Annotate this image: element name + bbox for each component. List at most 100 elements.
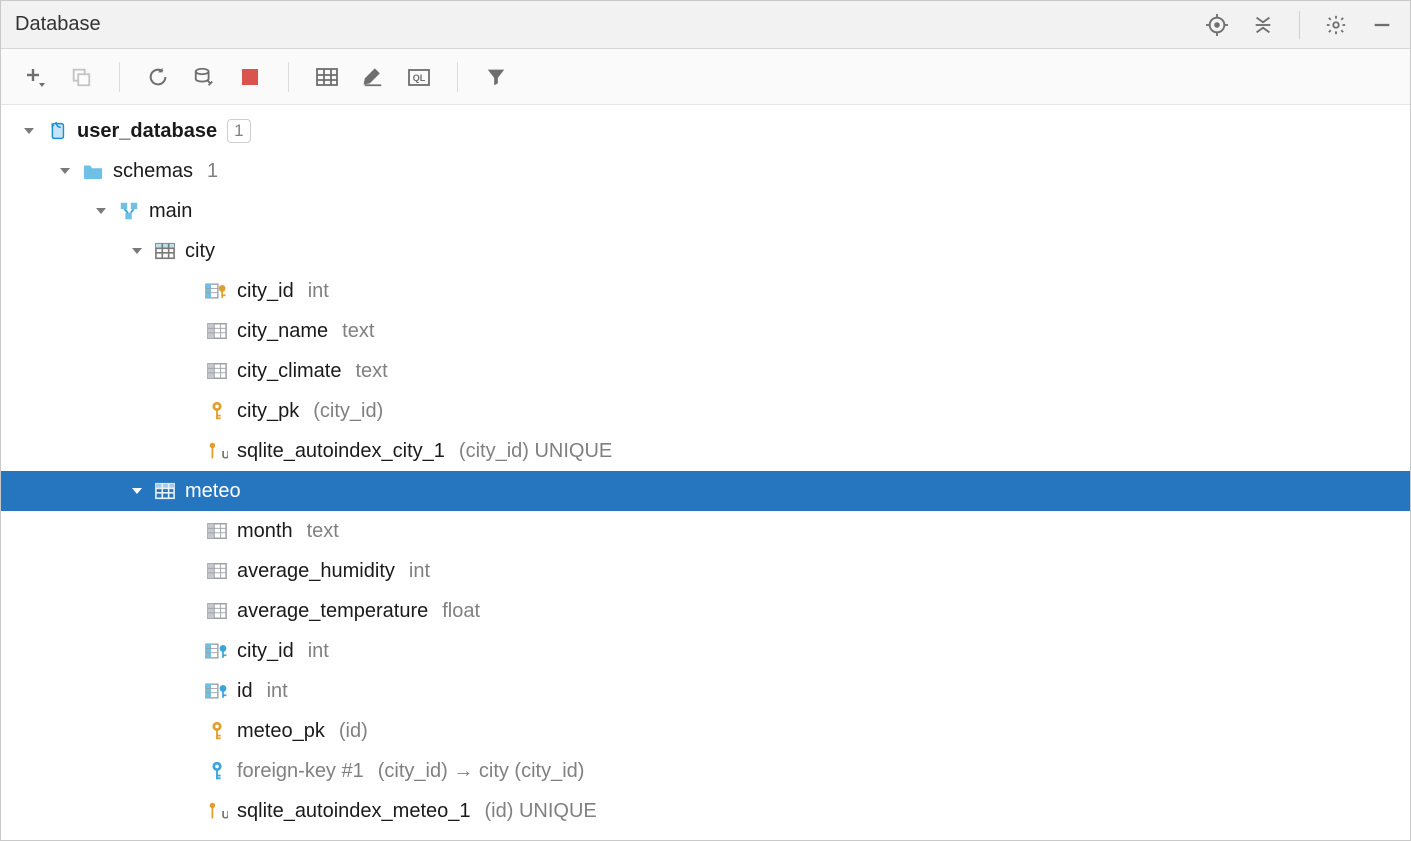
datasource-count: 1 [227,119,250,143]
tree-column-node[interactable]: city_id int [1,271,1410,311]
tree-datasource-node[interactable]: user_database 1 [1,111,1410,151]
key-detail: (city_id) [313,400,383,423]
database-tree[interactable]: user_database 1 schemas 1 main [1,105,1410,840]
column-type: text [307,520,339,543]
svg-text:U: U [222,809,228,821]
fk-column-icon [205,679,229,703]
tree-fk-node[interactable]: foreign-key #1 (city_id) → city (city_id… [1,751,1410,791]
key-detail: (id) [339,720,368,743]
column-label: average_humidity [237,560,395,583]
schemas-count: 1 [207,160,218,183]
gear-icon[interactable] [1322,11,1350,39]
separator [457,62,458,92]
column-type: int [308,640,329,663]
foreign-key-icon [205,759,229,783]
minimize-icon[interactable] [1368,11,1396,39]
table-label: meteo [185,480,241,503]
separator [288,62,289,92]
schema-label: main [149,200,192,223]
table-label: city [185,240,215,263]
target-icon[interactable] [1203,11,1231,39]
database-tool-window: Database [0,0,1411,841]
tree-column-node[interactable]: city_name text [1,311,1410,351]
stop-icon[interactable] [236,63,264,91]
filter-icon[interactable] [482,63,510,91]
tree-key-node[interactable]: city_pk (city_id) [1,391,1410,431]
key-label: city_pk [237,400,299,423]
table-icon [153,479,177,503]
tree-column-node[interactable]: month text [1,511,1410,551]
separator [119,62,120,92]
chevron-down-icon [129,243,145,259]
refresh-icon[interactable] [144,63,172,91]
schemas-label: schemas [113,160,193,183]
datasource-label: user_database [77,120,217,143]
key-label: meteo_pk [237,720,325,743]
db-settings-icon[interactable] [190,63,218,91]
fk-column-icon [205,639,229,663]
tree-column-node[interactable]: city_id int [1,631,1410,671]
fk-detail: (city_id) → city (city_id) [378,760,585,783]
tree-column-node[interactable]: average_humidity int [1,551,1410,591]
key-icon [205,719,229,743]
column-type: text [355,360,387,383]
collapse-all-icon[interactable] [1249,11,1277,39]
column-type: int [308,280,329,303]
column-label: city_climate [237,360,341,383]
tree-key-node[interactable]: meteo_pk (id) [1,711,1410,751]
column-label: average_temperature [237,600,428,623]
tree-table-node-city[interactable]: city [1,231,1410,271]
chevron-down-icon [129,483,145,499]
svg-text:U: U [222,449,228,461]
index-label: sqlite_autoindex_meteo_1 [237,800,471,823]
index-detail: (city_id) UNIQUE [459,440,612,463]
chevron-down-icon [21,123,37,139]
tree-index-node[interactable]: U sqlite_autoindex_meteo_1 (id) UNIQUE [1,791,1410,831]
column-label: city_id [237,640,294,663]
folder-icon [81,159,105,183]
index-label: sqlite_autoindex_city_1 [237,440,445,463]
column-type: int [267,680,288,703]
tree-column-node[interactable]: average_temperature float [1,591,1410,631]
svg-text:QL: QL [413,73,426,83]
column-label: id [237,680,253,703]
column-label: city_id [237,280,294,303]
unique-index-icon: U [205,439,229,463]
column-type: text [342,320,374,343]
column-type: float [442,600,480,623]
index-detail: (id) UNIQUE [485,800,597,823]
column-label: month [237,520,293,543]
pk-column-icon [205,279,229,303]
tree-schemas-node[interactable]: schemas 1 [1,151,1410,191]
titlebar: Database [1,1,1410,49]
column-icon [205,519,229,543]
chevron-down-icon [57,163,73,179]
tree-column-node[interactable]: city_climate text [1,351,1410,391]
column-type: int [409,560,430,583]
duplicate-icon[interactable] [67,63,95,91]
fk-label: foreign-key #1 [237,760,364,783]
table-icon [153,239,177,263]
separator [1299,11,1300,39]
table-view-icon[interactable] [313,63,341,91]
edit-icon[interactable] [359,63,387,91]
column-label: city_name [237,320,328,343]
ql-console-icon[interactable]: QL [405,63,433,91]
titlebar-actions [1203,11,1396,39]
chevron-down-icon [93,203,109,219]
toolbar: QL [1,49,1410,105]
datasource-icon [45,119,69,143]
column-icon [205,359,229,383]
panel-title: Database [15,13,1203,36]
column-icon [205,559,229,583]
key-icon [205,399,229,423]
tree-table-node-meteo[interactable]: meteo [1,471,1410,511]
unique-index-icon: U [205,799,229,823]
tree-index-node[interactable]: U sqlite_autoindex_city_1 (city_id) UNIQ… [1,431,1410,471]
tree-schema-node[interactable]: main [1,191,1410,231]
column-icon [205,599,229,623]
tree-column-node[interactable]: id int [1,671,1410,711]
column-icon [205,319,229,343]
schema-icon [117,199,141,223]
add-icon[interactable] [21,63,49,91]
